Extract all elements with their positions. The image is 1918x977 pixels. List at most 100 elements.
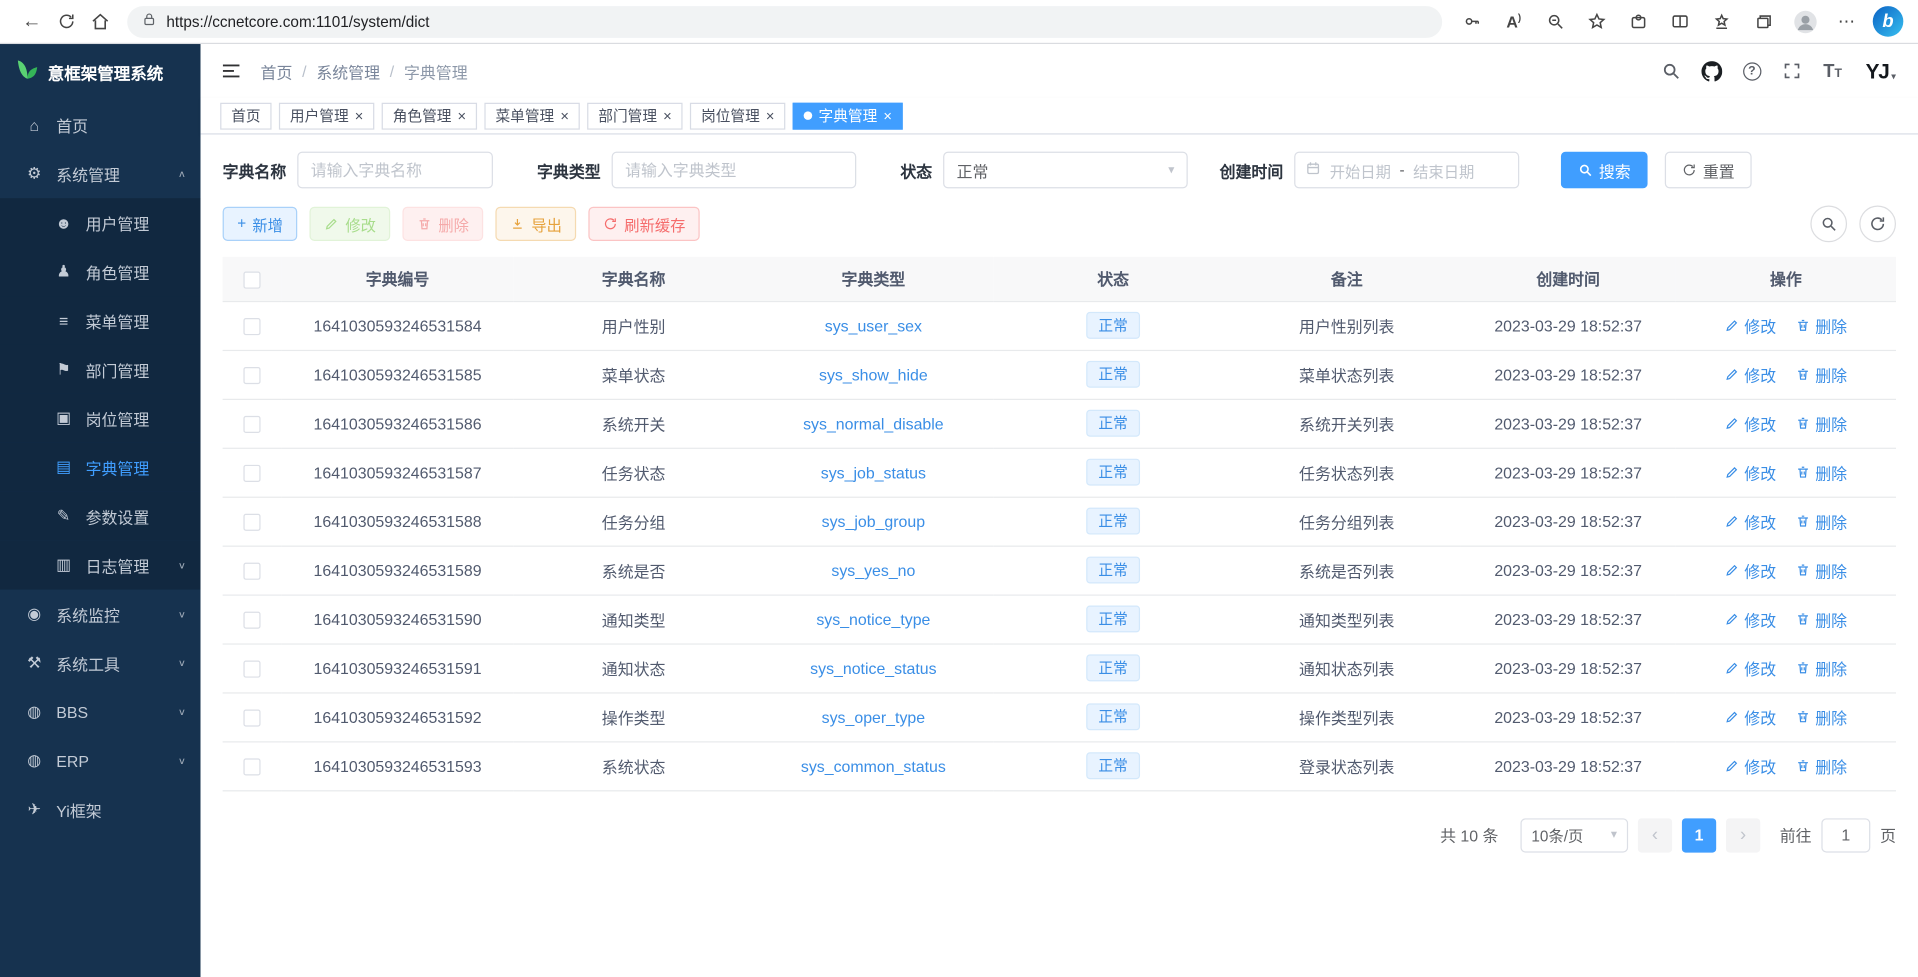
key-icon[interactable]	[1457, 4, 1488, 38]
extensions-icon[interactable]	[1623, 4, 1654, 38]
read-aloud-icon[interactable]: A)	[1498, 4, 1529, 38]
prev-page-button[interactable]: ‹	[1638, 818, 1672, 852]
row-checkbox[interactable]	[243, 465, 260, 482]
row-delete-button[interactable]: 删除	[1796, 754, 1847, 777]
row-checkbox[interactable]	[243, 758, 260, 775]
app-logo[interactable]: 意框架管理系统	[0, 44, 201, 100]
sidebar-item-role[interactable]: ♟ 角色管理	[0, 247, 201, 296]
sidebar-item-param[interactable]: ✎ 参数设置	[0, 492, 201, 541]
row-delete-button[interactable]: 删除	[1796, 558, 1847, 581]
row-delete-button[interactable]: 删除	[1796, 705, 1847, 728]
dict-type-link[interactable]: sys_oper_type	[822, 708, 925, 726]
row-checkbox[interactable]	[243, 660, 260, 677]
sidebar-item-monitor[interactable]: ◉ 系统监控 ∨	[0, 590, 201, 639]
sidebar-item-post[interactable]: ▣ 岗位管理	[0, 394, 201, 443]
row-edit-button[interactable]: 修改	[1725, 558, 1776, 581]
dict-type-link[interactable]: sys_job_status	[821, 463, 926, 481]
tab-首页[interactable]: 首页	[220, 102, 271, 129]
tab-菜单管理[interactable]: 菜单管理 ×	[484, 102, 579, 129]
refresh-table-button[interactable]	[1859, 206, 1896, 243]
row-edit-button[interactable]: 修改	[1725, 607, 1776, 630]
collapse-sidebar-icon[interactable]	[218, 57, 245, 84]
row-delete-button[interactable]: 删除	[1796, 656, 1847, 679]
dict-type-link[interactable]: sys_notice_type	[816, 610, 930, 628]
dict-type-link[interactable]: sys_yes_no	[831, 561, 915, 579]
sidebar-item-home[interactable]: ⌂ 首页	[0, 100, 201, 149]
fullscreen-icon[interactable]	[1780, 59, 1804, 83]
site-info-icon[interactable]	[142, 10, 157, 32]
refresh-cache-button[interactable]: 刷新缓存	[589, 207, 700, 241]
row-delete-button[interactable]: 删除	[1796, 607, 1847, 630]
sidebar-item-log[interactable]: ▥ 日志管理 ∨	[0, 541, 201, 590]
user-menu[interactable]: YJ ▾	[1866, 61, 1896, 82]
dict-name-input[interactable]	[297, 152, 493, 189]
refresh-icon[interactable]	[49, 4, 83, 38]
row-delete-button[interactable]: 删除	[1796, 363, 1847, 386]
current-page-button[interactable]: 1	[1682, 818, 1716, 852]
page-size-select[interactable]: 10条/页 ▾	[1520, 818, 1628, 852]
github-icon[interactable]	[1699, 59, 1723, 83]
search-icon[interactable]	[1659, 59, 1683, 83]
close-icon[interactable]: ×	[560, 108, 569, 123]
home-icon[interactable]	[83, 4, 117, 38]
more-icon[interactable]: ⋯	[1831, 4, 1862, 38]
sidebar-item-dept[interactable]: ⚑ 部门管理	[0, 345, 201, 394]
split-screen-icon[interactable]	[1665, 4, 1696, 38]
delete-button[interactable]: 删除	[403, 207, 484, 241]
add-button[interactable]: + 新增	[223, 207, 298, 241]
row-edit-button[interactable]: 修改	[1725, 461, 1776, 484]
edit-button[interactable]: 修改	[310, 207, 391, 241]
font-size-icon[interactable]: TT	[1820, 59, 1844, 83]
profile-avatar[interactable]	[1790, 4, 1821, 38]
tab-字典管理[interactable]: 字典管理 ×	[793, 102, 903, 129]
close-icon[interactable]: ×	[663, 108, 672, 123]
row-edit-button[interactable]: 修改	[1725, 705, 1776, 728]
sidebar-item-system[interactable]: ⚙ 系统管理 ∧	[0, 149, 201, 198]
goto-page-input[interactable]	[1821, 818, 1870, 852]
next-page-button[interactable]: ›	[1726, 818, 1760, 852]
row-checkbox[interactable]	[243, 318, 260, 335]
dict-type-link[interactable]: sys_user_sex	[825, 316, 922, 334]
row-checkbox[interactable]	[243, 709, 260, 726]
row-edit-button[interactable]: 修改	[1725, 509, 1776, 532]
back-icon[interactable]: ←	[15, 4, 49, 38]
row-delete-button[interactable]: 删除	[1796, 412, 1847, 435]
dict-type-input[interactable]	[612, 152, 857, 189]
dict-type-link[interactable]: sys_job_group	[822, 512, 925, 530]
close-icon[interactable]: ×	[355, 108, 364, 123]
breadcrumb-item-首页[interactable]: 首页	[261, 59, 293, 82]
row-edit-button[interactable]: 修改	[1725, 754, 1776, 777]
breadcrumb-item-系统管理[interactable]: 系统管理	[316, 59, 380, 82]
close-icon[interactable]: ×	[883, 108, 892, 123]
sidebar-item-user[interactable]: ☻ 用户管理	[0, 198, 201, 247]
zoom-icon[interactable]	[1540, 4, 1571, 38]
tab-角色管理[interactable]: 角色管理 ×	[382, 102, 477, 129]
tab-部门管理[interactable]: 部门管理 ×	[587, 102, 682, 129]
dict-type-link[interactable]: sys_notice_status	[810, 659, 936, 677]
bing-icon[interactable]: b	[1873, 6, 1904, 37]
select-all-checkbox[interactable]	[243, 271, 260, 288]
sidebar-item-bbs[interactable]: ◍ BBS ∨	[0, 687, 201, 736]
row-edit-button[interactable]: 修改	[1725, 314, 1776, 337]
close-icon[interactable]: ×	[458, 108, 467, 123]
row-checkbox[interactable]	[243, 513, 260, 530]
address-bar[interactable]: https://ccnetcore.com:1101/system/dict	[127, 6, 1442, 38]
row-checkbox[interactable]	[243, 367, 260, 384]
search-button[interactable]: 搜索	[1561, 152, 1648, 189]
row-checkbox[interactable]	[243, 562, 260, 579]
favorites-icon[interactable]	[1706, 4, 1737, 38]
tab-岗位管理[interactable]: 岗位管理 ×	[690, 102, 785, 129]
row-delete-button[interactable]: 删除	[1796, 509, 1847, 532]
dict-type-link[interactable]: sys_common_status	[801, 757, 946, 775]
row-edit-button[interactable]: 修改	[1725, 656, 1776, 679]
create-time-range[interactable]: 开始日期 - 结束日期	[1294, 152, 1519, 189]
sidebar-item-tools[interactable]: ⚒ 系统工具 ∨	[0, 639, 201, 688]
reset-button[interactable]: 重置	[1665, 152, 1752, 189]
dict-type-link[interactable]: sys_normal_disable	[803, 414, 944, 432]
row-delete-button[interactable]: 删除	[1796, 461, 1847, 484]
export-button[interactable]: 导出	[496, 207, 577, 241]
sidebar-item-dict[interactable]: ▤ 字典管理	[0, 443, 201, 492]
row-edit-button[interactable]: 修改	[1725, 412, 1776, 435]
tab-用户管理[interactable]: 用户管理 ×	[279, 102, 374, 129]
toggle-search-button[interactable]	[1810, 206, 1847, 243]
